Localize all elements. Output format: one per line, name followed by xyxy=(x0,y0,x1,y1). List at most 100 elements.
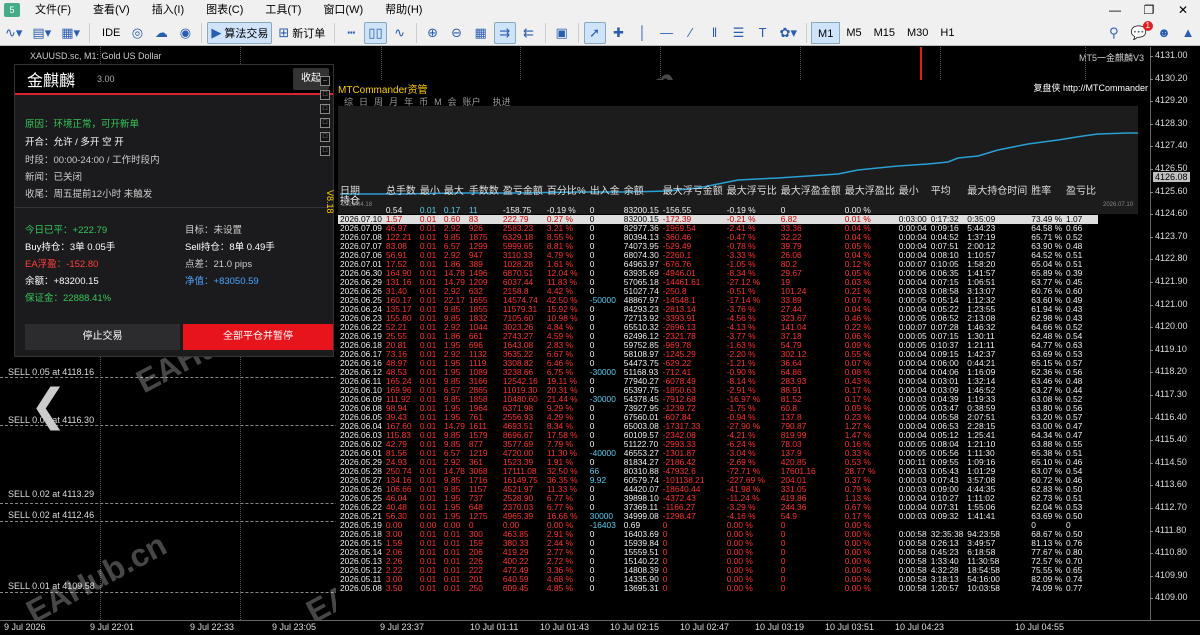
menu-insert[interactable]: 插入(I) xyxy=(141,0,195,20)
price-label: 4128.30 xyxy=(1150,117,1188,128)
zoom-out-icon[interactable]: ⊖ xyxy=(446,22,468,44)
column-header[interactable]: 最大 xyxy=(442,186,467,197)
shapes-icon[interactable]: ✿▾ xyxy=(776,22,801,44)
timeframe-m15[interactable]: M15 xyxy=(868,22,901,44)
time-label: 10 Jul 03:19 xyxy=(755,622,805,632)
cloud-icon[interactable]: ☁ xyxy=(150,22,172,44)
column-header[interactable]: 总手数 xyxy=(384,186,418,197)
column-header[interactable]: 胜率 xyxy=(1029,186,1064,197)
chevron-left-icon[interactable]: ❮ xyxy=(30,380,67,431)
crosshair-icon[interactable]: ✚ xyxy=(608,22,630,44)
menu-view[interactable]: 查看(V) xyxy=(82,0,141,20)
text-icon[interactable]: T xyxy=(752,22,774,44)
cursor-icon[interactable]: ➚ xyxy=(583,21,606,44)
timeframe-h1[interactable]: H1 xyxy=(934,22,960,44)
column-header[interactable]: 最小 xyxy=(418,186,442,197)
panel-tab-icon[interactable]: □ xyxy=(320,118,330,128)
candlestick-icon[interactable]: ▯▯ xyxy=(364,21,387,44)
menu-help[interactable]: 帮助(H) xyxy=(374,0,433,20)
bar-chart-icon[interactable]: ┅ xyxy=(340,22,362,44)
panel-tab-icon[interactable]: □ xyxy=(320,90,330,100)
column-header[interactable]: 最大浮亏比 xyxy=(725,186,779,197)
zoom-in-icon[interactable]: ⊕ xyxy=(422,22,444,44)
price-label: 4109.00 xyxy=(1150,592,1188,603)
table-cell: 0 xyxy=(780,556,786,566)
column-header[interactable]: 出入金 xyxy=(588,186,622,197)
line-chart-icon[interactable]: ∿ xyxy=(389,22,411,44)
column-header[interactable]: 最大浮盈金额 xyxy=(779,186,843,197)
balance-label: 余额： xyxy=(25,276,54,287)
menu-charts[interactable]: 图表(C) xyxy=(195,0,254,20)
horizontal-line-icon[interactable]: — xyxy=(656,22,678,44)
column-header[interactable]: 平均 xyxy=(929,186,966,197)
chart-shift-icon[interactable]: ⇇ xyxy=(518,22,540,44)
time-axis[interactable]: 9 Jul 2026 9 Jul 22:01 9 Jul 22:33 9 Jul 23… xyxy=(0,620,1200,635)
time-label: 10 Jul 03:51 xyxy=(825,622,875,632)
price-label: 4115.40 xyxy=(1150,434,1187,445)
ea-float-label: EA浮盈： xyxy=(25,259,67,270)
new-order-button[interactable]: ⊞ 新订单 xyxy=(274,22,329,44)
table-cell: 3.50 xyxy=(385,583,403,593)
table-cell: 0.01 xyxy=(443,583,461,593)
panel-tab-icon[interactable]: □ xyxy=(320,146,330,156)
level-icon[interactable]: ▲ xyxy=(1177,22,1199,44)
menu-tools[interactable]: 工具(T) xyxy=(254,0,312,20)
fibonacci-icon[interactable]: ☰ xyxy=(728,22,750,44)
menu-window[interactable]: 窗口(W) xyxy=(312,0,374,20)
stop-trading-button[interactable]: 停止交易 xyxy=(25,324,180,350)
margin-value: 22888.41% xyxy=(63,293,112,304)
chart-title: XAUUSD.sc, M1: Gold US Dollar xyxy=(30,51,162,61)
chart-type-icon[interactable]: ∿▾ xyxy=(1,22,26,44)
notifications-button[interactable]: 💬 1 xyxy=(1127,20,1153,44)
column-header[interactable]: 最小 xyxy=(897,186,929,197)
column-header[interactable]: 盈亏金额 xyxy=(501,186,545,197)
trading-period: 时段：00:00-24:00 / 工作时段内 xyxy=(25,155,160,166)
timeframe-m1[interactable]: M1 xyxy=(811,21,841,44)
column-header[interactable]: 最大浮盈比 xyxy=(843,186,897,197)
ide-button[interactable]: IDE xyxy=(95,22,124,44)
column-header[interactable]: 最大持仓时间 xyxy=(965,186,1029,197)
holding-label: 持仓 xyxy=(340,196,360,207)
time-label: 10 Jul 02:15 xyxy=(610,622,660,632)
mtcommander-links[interactable]: 复盘侠 http://MTCommander xyxy=(1033,81,1148,94)
auto-scroll-icon[interactable]: ⇉ xyxy=(493,21,516,44)
menu-file[interactable]: 文件(F) xyxy=(24,0,82,20)
channel-icon[interactable]: ‖ xyxy=(704,22,726,44)
price-label: 4122.80 xyxy=(1150,253,1188,264)
account-icon[interactable]: ☻ xyxy=(1153,22,1175,44)
balance: 余额：+83200.15 xyxy=(25,273,99,287)
price-axis[interactable]: 4131.00 4130.20 4129.20 4128.30 4127.40 4126.… xyxy=(1148,47,1200,620)
table-row[interactable]: 2026.05.08 3.50 0.01 0.01 250 609.45 4.85 % 0 13… xyxy=(338,584,1098,593)
close-all-button[interactable]: 全部平仓并暂停 xyxy=(183,324,333,350)
indicators-icon[interactable]: ▤▾ xyxy=(28,22,55,44)
signals-icon[interactable]: ◎ xyxy=(126,22,148,44)
price-label: 4116.40 xyxy=(1150,411,1187,422)
search-icon[interactable]: ⚲ xyxy=(1103,22,1125,44)
minus-icon[interactable]: – xyxy=(320,76,330,86)
column-header[interactable]: 最大浮亏金额 xyxy=(661,186,725,197)
restore-icon[interactable]: ❐ xyxy=(1132,0,1166,20)
time-label: 10 Jul 01:11 xyxy=(470,622,519,632)
price-label: 4112.70 xyxy=(1150,502,1187,512)
column-header[interactable]: 盈亏比 xyxy=(1064,186,1098,197)
price-label: 4127.40 xyxy=(1150,140,1188,151)
trendline-icon[interactable]: ∕ xyxy=(680,22,702,44)
vps-icon[interactable]: ◉ xyxy=(174,22,196,44)
column-header[interactable]: 余额 xyxy=(622,186,661,197)
panel-tab-icon[interactable]: □ xyxy=(320,132,330,142)
panel-tab-icon[interactable]: □ xyxy=(320,104,330,114)
screenshot-icon[interactable]: ▣ xyxy=(551,22,573,44)
table-cell: 0 xyxy=(780,547,786,557)
close-icon[interactable]: ✕ xyxy=(1166,0,1200,20)
timeframe-m5[interactable]: M5 xyxy=(840,22,867,44)
timeframe-m30[interactable]: M30 xyxy=(901,22,934,44)
algo-trading-button[interactable]: ▶ 算法交易 xyxy=(207,21,273,44)
minimize-icon[interactable]: — xyxy=(1098,0,1132,20)
profiles-icon[interactable]: ▦▾ xyxy=(57,22,84,44)
column-header[interactable]: 百分比% xyxy=(545,186,588,197)
equity-curve-line xyxy=(340,132,1138,195)
status-reason: 原因：环境正常，可开新单 xyxy=(25,119,140,130)
vertical-line-icon[interactable]: │ xyxy=(632,22,654,44)
column-header[interactable]: 手数数 xyxy=(467,186,501,197)
tile-windows-icon[interactable]: ▦ xyxy=(470,22,492,44)
